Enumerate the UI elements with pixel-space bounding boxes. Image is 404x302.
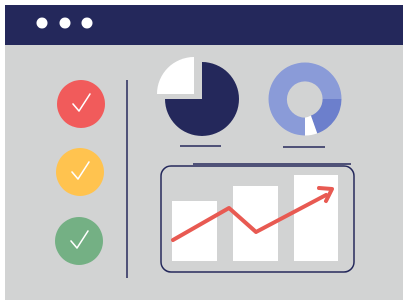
status-circle-red	[57, 80, 105, 128]
dashboard-illustration	[0, 0, 404, 302]
checklist	[55, 80, 105, 265]
status-circle-yellow	[56, 148, 104, 196]
checklist-item-yellow	[56, 148, 104, 196]
status-circle-green	[55, 217, 103, 265]
window-dot-icon	[59, 17, 71, 29]
checklist-item-green	[55, 217, 103, 265]
window-controls	[36, 17, 93, 29]
window-dot-icon	[81, 17, 93, 29]
dashboard-illustration-svg	[5, 5, 403, 300]
trend-chart-bar	[172, 201, 217, 261]
window-dot-icon	[36, 17, 48, 29]
checklist-item-red	[57, 80, 105, 128]
